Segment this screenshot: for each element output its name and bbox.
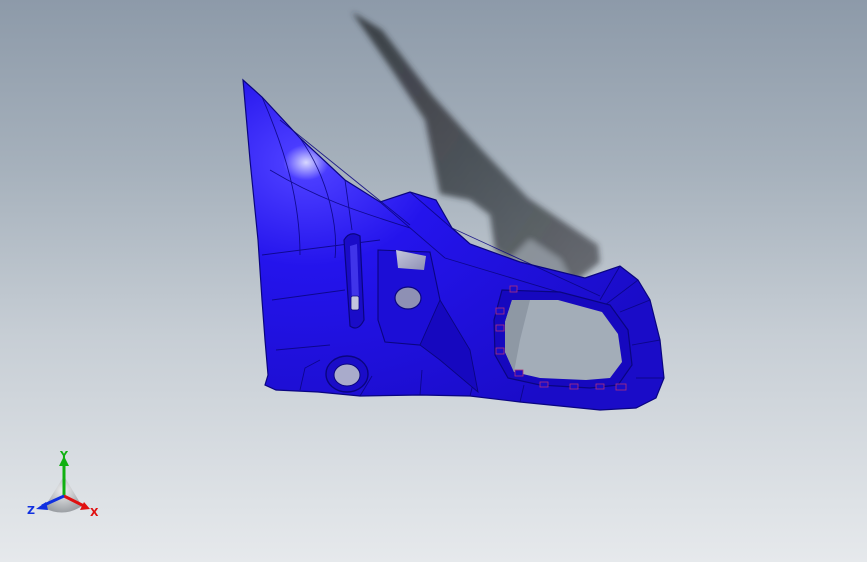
y-axis-label: Y	[59, 449, 69, 462]
x-axis-label: X	[90, 506, 99, 519]
model-scene[interactable]	[0, 0, 867, 562]
circular-port	[325, 355, 369, 393]
orientation-triad[interactable]: Y X Z	[24, 448, 108, 524]
graphics-viewport[interactable]: Y X Z	[0, 0, 867, 562]
z-axis-label: Z	[27, 504, 35, 517]
